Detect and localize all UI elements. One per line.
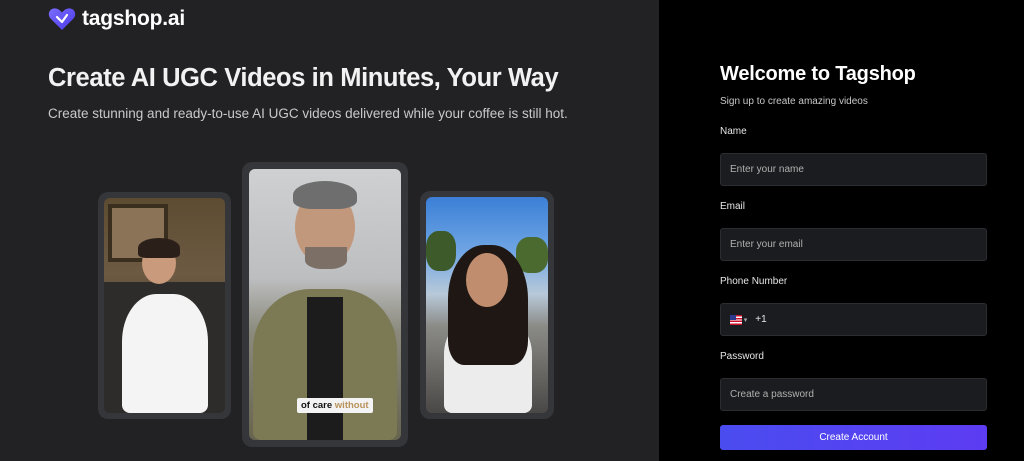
password-field[interactable] [730, 389, 986, 400]
person-shirt [307, 297, 343, 440]
signup-subtitle: Sign up to create amazing videos [720, 96, 868, 107]
caption-highlight: without [334, 400, 369, 411]
phone-country-code: +1 [755, 314, 767, 325]
password-label: Password [720, 351, 764, 362]
video-thumbnail [426, 197, 548, 413]
signup-title: Welcome to Tagshop [720, 63, 916, 85]
hero-panel: tagshop.ai Create AI UGC Videos in Minut… [0, 0, 659, 461]
password-field-wrapper [720, 378, 987, 411]
email-label: Email [720, 201, 746, 212]
video-caption: of care without [297, 398, 373, 413]
name-label: Name [720, 126, 747, 137]
heart-logo-icon [48, 8, 76, 30]
phone-field[interactable] [770, 314, 986, 325]
phone-field-wrapper: ▾ +1 [720, 303, 987, 336]
brand-name: tagshop.ai [82, 7, 186, 30]
name-field[interactable] [730, 164, 986, 175]
name-field-wrapper [720, 153, 987, 186]
chevron-down-icon[interactable]: ▾ [744, 316, 748, 324]
email-field[interactable] [730, 239, 986, 250]
tree-shape [426, 231, 456, 271]
caption-text: of care [301, 400, 335, 411]
us-flag-icon[interactable] [730, 314, 742, 325]
create-account-button[interactable]: Create Account [720, 425, 987, 450]
video-card-left[interactable] [98, 192, 231, 419]
video-card-center[interactable]: of care without [242, 162, 408, 447]
person-hair [138, 238, 180, 258]
video-thumbnail [104, 198, 225, 413]
person-beard [305, 247, 347, 269]
phone-label: Phone Number [720, 276, 788, 287]
video-thumbnail: of care without [249, 169, 401, 440]
person-hair [293, 181, 357, 209]
person-head [466, 253, 508, 307]
hero-subtitle: Create stunning and ready-to-use AI UGC … [48, 106, 568, 121]
hero-title: Create AI UGC Videos in Minutes, Your Wa… [48, 64, 559, 92]
video-card-right[interactable] [420, 191, 554, 419]
brand-logo[interactable]: tagshop.ai [48, 6, 185, 32]
email-field-wrapper [720, 228, 987, 261]
person-body [122, 294, 208, 413]
